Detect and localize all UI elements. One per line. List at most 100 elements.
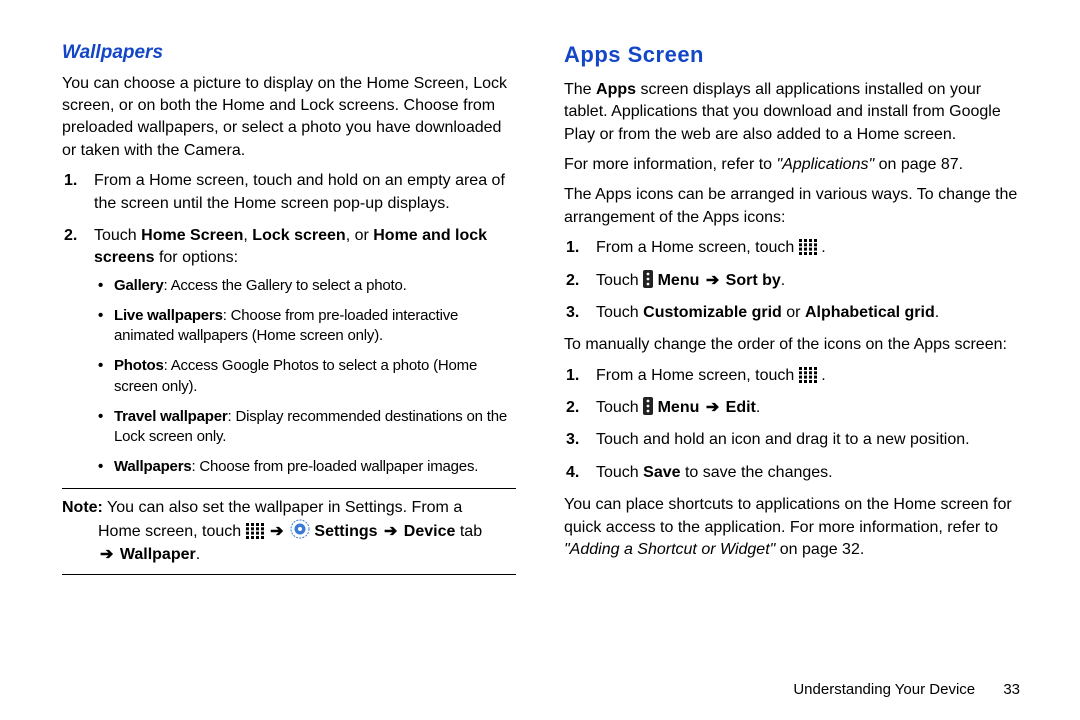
re-step-3: Touch and hold an icon and drag it to a … <box>590 429 1018 451</box>
arrow-icon: ➔ <box>382 521 399 543</box>
arrow-icon: ➔ <box>704 397 721 419</box>
re-step-2-pre: Touch <box>596 399 643 416</box>
settings-gear-icon <box>290 519 310 539</box>
page-footer: Understanding Your Device 33 <box>793 681 1020 698</box>
apps-p1: The Apps screen displays all application… <box>564 79 1018 146</box>
note-line3: ➔ Wallpaper. <box>62 544 516 566</box>
apps-grid-icon <box>799 239 817 255</box>
step-2-post: for options: <box>155 249 239 266</box>
wallpapers-steps: From a Home screen, touch and hold on an… <box>62 170 516 478</box>
re-step-1-pre: From a Home screen, touch <box>596 367 799 384</box>
arr-step-2-post: . <box>781 272 785 289</box>
arr-step-1-pre: From a Home screen, touch <box>596 239 799 256</box>
apps-p1-b: Apps <box>596 81 636 98</box>
step-2: Touch Home Screen, Lock screen, or Home … <box>88 225 516 478</box>
menu-dots-icon <box>643 397 653 415</box>
menu-dots-icon <box>643 270 653 288</box>
step-2-pre: Touch <box>94 227 141 244</box>
opt-photos-t: : Access Google Photos to select a photo… <box>114 357 477 394</box>
arr-step-3: Touch Customizable grid or Alphabetical … <box>590 302 1018 324</box>
apps-grid-icon <box>799 367 817 383</box>
note-device: Device <box>399 523 459 540</box>
arr-step-3-mid: or <box>782 304 805 321</box>
re-step-1-post: . <box>821 367 825 384</box>
opt-wall: Wallpapers: Choose from pre-loaded wallp… <box>110 457 516 477</box>
opt-wall-b: Wallpapers <box>114 458 191 475</box>
wallpaper-options: Gallery: Access the Gallery to select a … <box>94 276 516 478</box>
arr-step-2-b1: Menu <box>658 272 704 289</box>
re-step-4-pre: Touch <box>596 464 643 481</box>
apps-p5-post: on page 32. <box>775 541 864 558</box>
arrow-icon: ➔ <box>98 544 115 566</box>
apps-p2: For more information, refer to "Applicat… <box>564 154 1018 176</box>
apps-p4: To manually change the order of the icon… <box>564 334 1018 356</box>
re-step-1: From a Home screen, touch . <box>590 365 1018 387</box>
apps-p3: The Apps icons can be arranged in variou… <box>564 184 1018 229</box>
re-step-2-b2: Edit <box>721 399 756 416</box>
re-step-2: Touch Menu ➔ Edit. <box>590 397 1018 419</box>
apps-p5: You can place shortcuts to applications … <box>564 494 1018 561</box>
arr-step-2-b2: Sort by <box>721 272 781 289</box>
re-step-4-b: Save <box>643 464 680 481</box>
arr-step-2: Touch Menu ➔ Sort by. <box>590 270 1018 292</box>
step-1-text: From a Home screen, touch and hold on an… <box>94 172 505 211</box>
arr-step-1-post: . <box>821 239 825 256</box>
apps-heading: Apps Screen <box>564 40 1018 71</box>
step-2-b1: Home Screen <box>141 227 243 244</box>
re-step-2-b1: Menu <box>658 399 704 416</box>
apps-p1-pre: The <box>564 81 596 98</box>
note-tab: tab <box>460 523 482 540</box>
apps-p2-pre: For more information, refer to <box>564 156 777 173</box>
note-line2: Home screen, touch ➔ Settings ➔ Device t… <box>62 519 516 543</box>
right-column: Apps Screen The Apps screen displays all… <box>540 40 1030 690</box>
note-line1-text: You can also set the wallpaper in Settin… <box>103 499 462 516</box>
opt-live: Live wallpapers: Choose from pre-loaded … <box>110 306 516 347</box>
manual-page: Wallpapers You can choose a picture to d… <box>0 0 1080 720</box>
step-2-sep2: , or <box>346 227 374 244</box>
note-line2-pre: Home screen, touch <box>98 523 246 540</box>
wallpapers-intro: You can choose a picture to display on t… <box>62 73 516 163</box>
note-block: Note: You can also set the wallpaper in … <box>62 497 516 566</box>
left-column: Wallpapers You can choose a picture to d… <box>50 40 540 690</box>
opt-wall-t: : Choose from pre-loaded wallpaper image… <box>191 458 478 475</box>
opt-gallery: Gallery: Access the Gallery to select a … <box>110 276 516 296</box>
arr-step-3-b1: Customizable grid <box>643 304 782 321</box>
page-number: 33 <box>1003 681 1020 698</box>
apps-p2-i: "Applications" <box>777 156 875 173</box>
apps-grid-icon <box>246 523 264 539</box>
wallpapers-heading: Wallpapers <box>62 40 516 67</box>
step-1: From a Home screen, touch and hold on an… <box>88 170 516 215</box>
apps-p5-pre: You can place shortcuts to applications … <box>564 496 1012 535</box>
opt-live-b: Live wallpapers <box>114 307 223 324</box>
opt-travel-b: Travel wallpaper <box>114 408 228 425</box>
opt-travel: Travel wallpaper: Display recommended de… <box>110 407 516 448</box>
footer-text: Understanding Your Device <box>793 681 975 698</box>
step-2-sep1: , <box>243 227 252 244</box>
re-step-2-post: . <box>756 399 760 416</box>
apps-p5-i: "Adding a Shortcut or Widget" <box>564 541 775 558</box>
note-period: . <box>196 546 200 563</box>
note-line1: Note: You can also set the wallpaper in … <box>62 497 516 519</box>
opt-gallery-b: Gallery <box>114 277 163 294</box>
re-step-4: Touch Save to save the changes. <box>590 462 1018 484</box>
opt-photos: Photos: Access Google Photos to select a… <box>110 356 516 397</box>
reorder-steps: From a Home screen, touch . Touch Menu ➔… <box>564 365 1018 485</box>
note-label: Note: <box>62 499 103 516</box>
re-step-3-text: Touch and hold an icon and drag it to a … <box>596 431 970 448</box>
arr-step-2-pre: Touch <box>596 272 643 289</box>
opt-photos-b: Photos <box>114 357 164 374</box>
arrange-steps: From a Home screen, touch . Touch Menu ➔… <box>564 237 1018 324</box>
arrow-icon: ➔ <box>704 270 721 292</box>
note-settings: Settings <box>314 523 382 540</box>
arr-step-3-b2: Alphabetical grid <box>805 304 935 321</box>
step-2-b2: Lock screen <box>252 227 345 244</box>
arr-step-3-pre: Touch <box>596 304 643 321</box>
arr-step-1: From a Home screen, touch . <box>590 237 1018 259</box>
arr-step-3-post: . <box>935 304 939 321</box>
opt-gallery-t: : Access the Gallery to select a photo. <box>163 277 406 294</box>
note-wallpaper: Wallpaper <box>115 546 195 563</box>
re-step-4-post: to save the changes. <box>681 464 833 481</box>
apps-p2-post: on page 87. <box>874 156 963 173</box>
note-rule-top <box>62 488 516 489</box>
arrow-icon: ➔ <box>268 521 285 543</box>
